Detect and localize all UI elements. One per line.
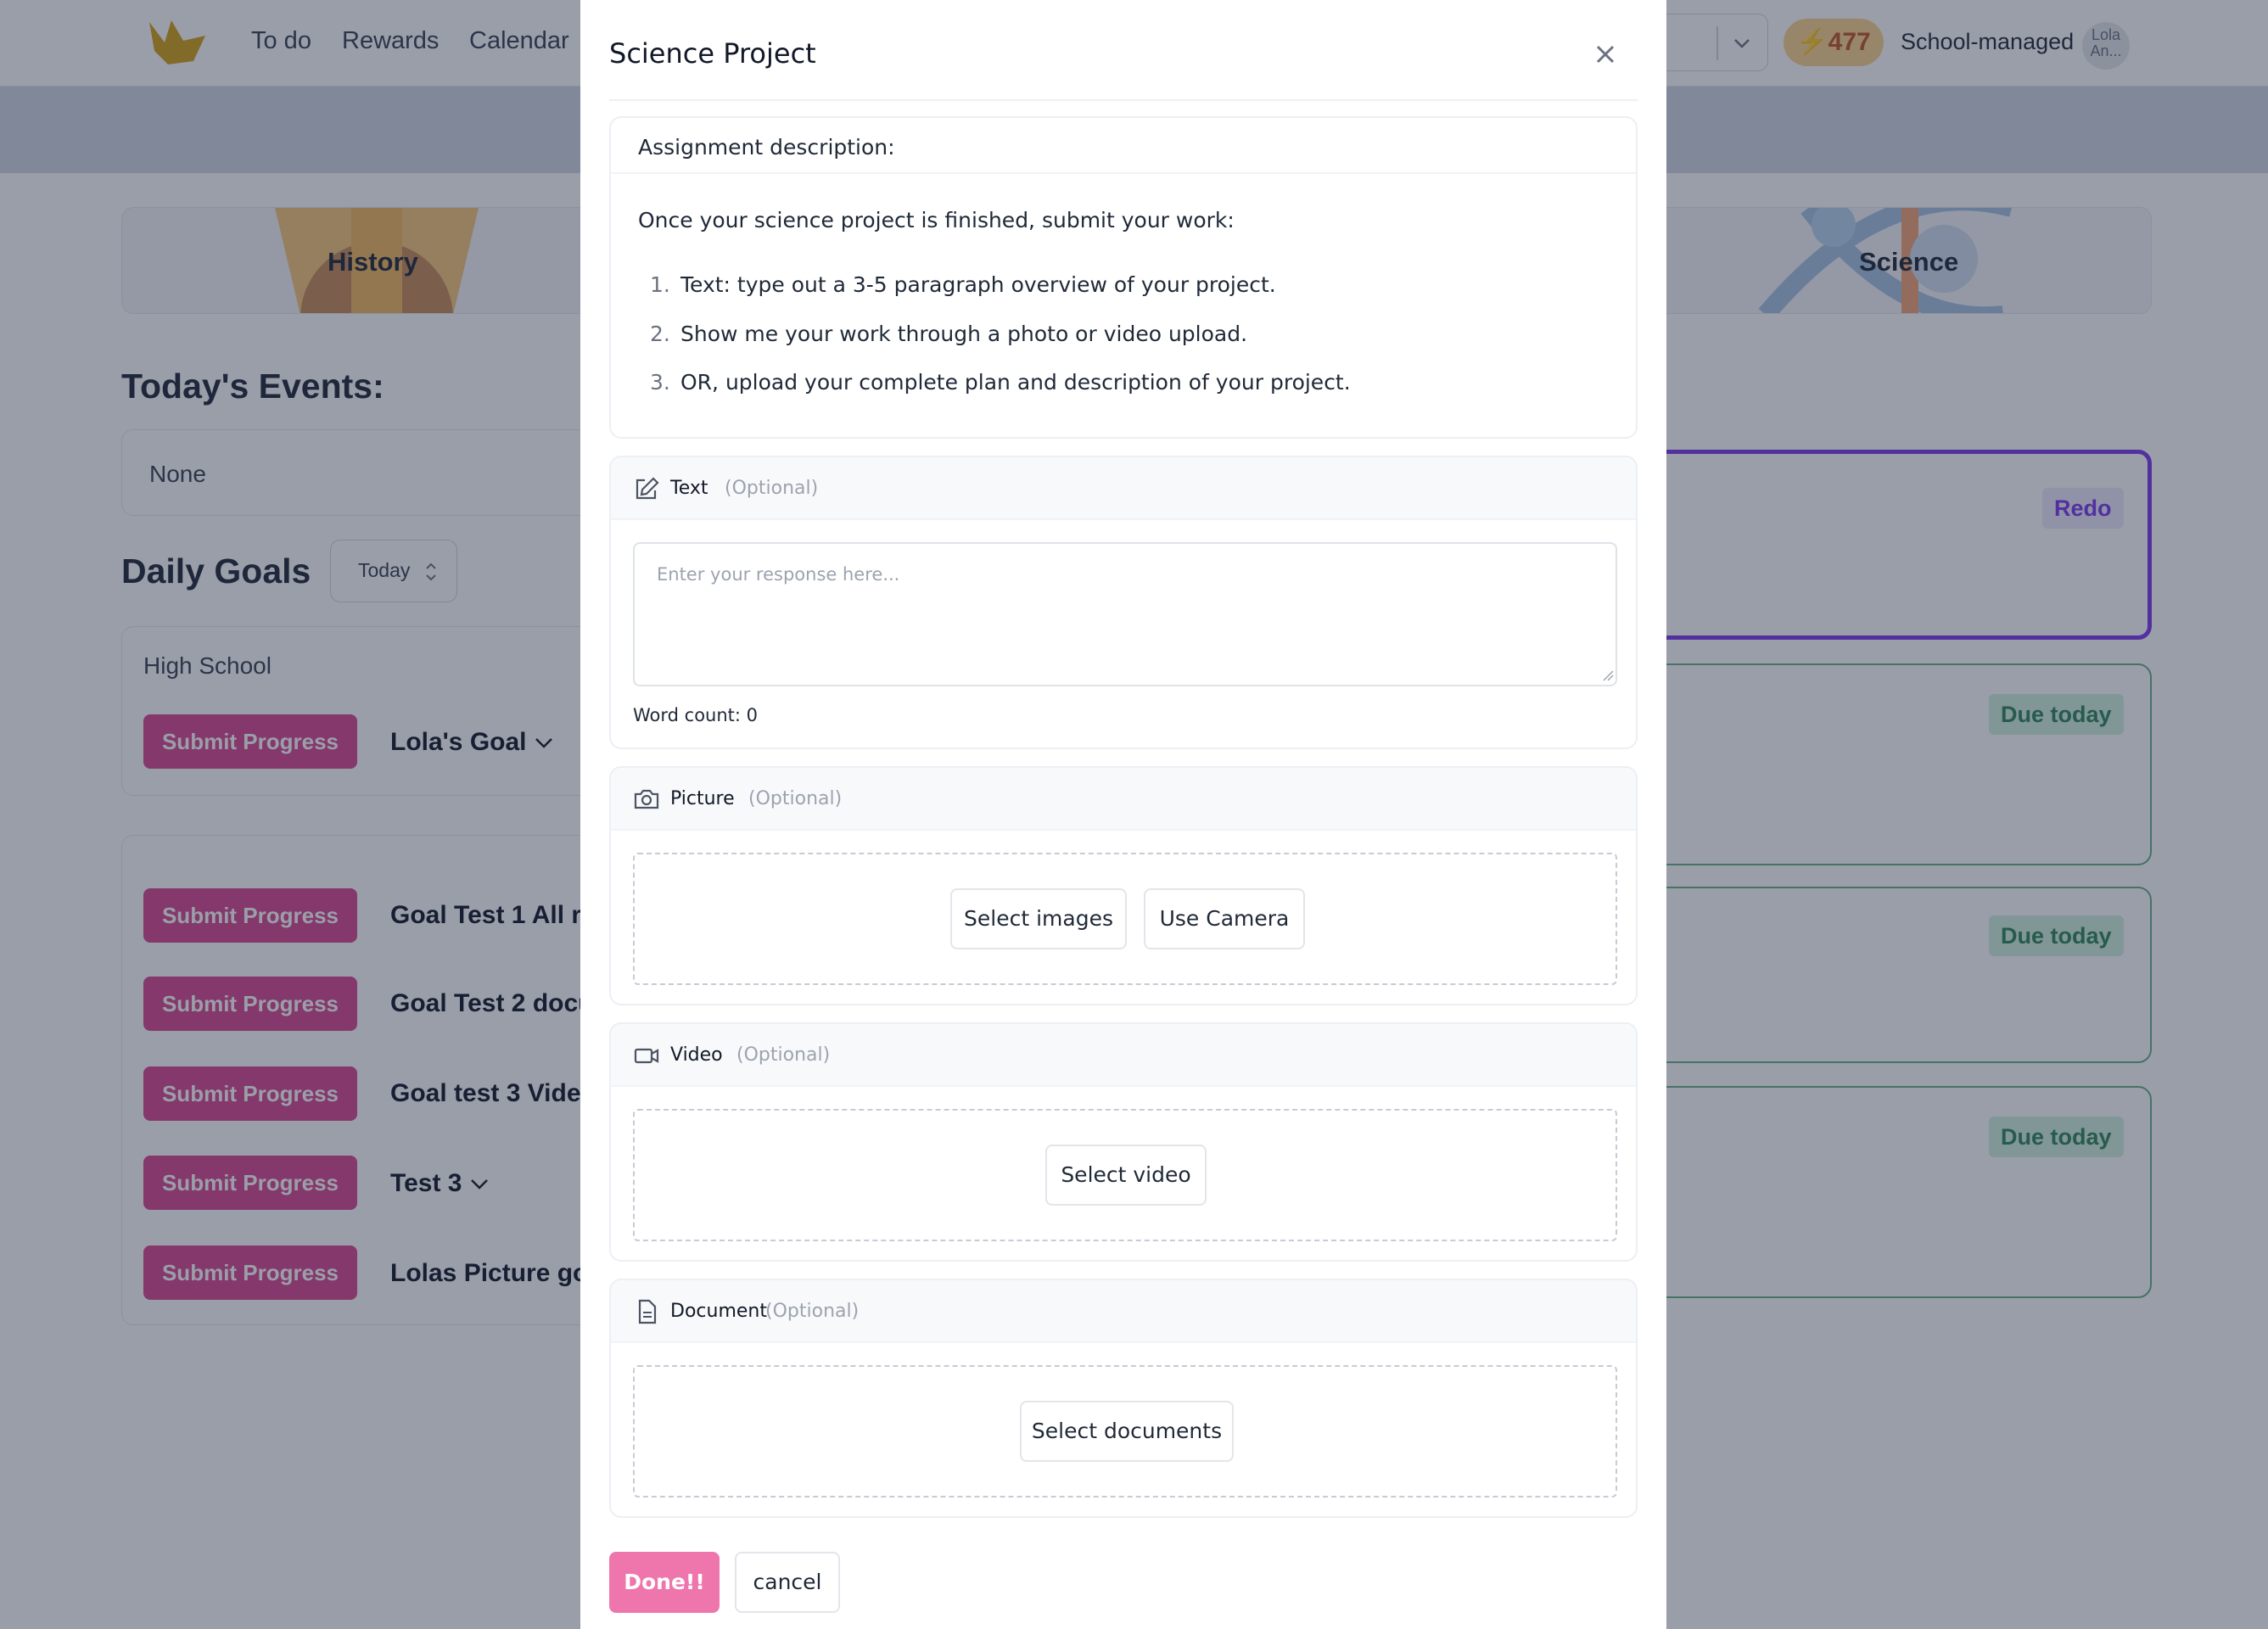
picture-section-header: Picture (Optional) [611,768,1636,831]
select-documents-button[interactable]: Select documents [1020,1401,1234,1462]
document-dropzone[interactable]: Select documents [633,1365,1617,1497]
optional-label: (Optional) [748,788,843,809]
assignment-description-box: Assignment description: Once your scienc… [609,116,1638,439]
pencil-square-icon [636,477,659,500]
list-number: 1. [650,272,670,297]
description-list-item: 3. OR, upload your complete plan and desc… [650,370,1351,395]
close-icon[interactable] [1588,37,1622,71]
list-text: OR, upload your complete plan and descri… [680,370,1351,395]
picture-dropzone[interactable]: Select images Use Camera [633,853,1617,985]
description-label: Assignment description: [638,135,895,160]
document-icon [638,1299,657,1324]
list-text: Text: type out a 3-5 paragraph overview … [680,272,1276,297]
document-upload-section: Document (Optional) Select documents [609,1279,1638,1518]
cancel-button[interactable]: cancel [735,1552,840,1613]
submission-modal: Science Project Assignment description: … [580,0,1666,1629]
response-textarea[interactable]: Enter your response here... [633,542,1617,686]
optional-label: (Optional) [765,1301,860,1322]
description-list-item: 1. Text: type out a 3-5 paragraph overvie… [650,272,1276,297]
picture-upload-section: Picture (Optional) Select images Use Cam… [609,766,1638,1005]
done-button[interactable]: Done!! [609,1552,720,1613]
text-section-label: Text [670,478,708,499]
video-camera-icon [634,1048,659,1064]
description-list-item: 2. Show me your work through a photo or v… [650,322,1247,346]
word-count: Word count: 0 [633,705,759,725]
use-camera-button[interactable]: Use Camera [1144,888,1305,949]
list-number: 2. [650,322,670,346]
document-section-header: Document (Optional) [611,1280,1636,1343]
document-section-label: Document [670,1301,767,1322]
video-upload-section: Video (Optional) Select video [609,1022,1638,1262]
video-section-header: Video (Optional) [611,1024,1636,1087]
description-intro: Once your science project is finished, s… [638,208,1235,232]
optional-label: (Optional) [736,1044,831,1066]
modal-title: Science Project [609,37,816,70]
video-section-label: Video [670,1044,723,1066]
optional-label: (Optional) [725,478,819,499]
camera-icon [634,789,659,809]
resize-handle-icon[interactable] [1602,669,1614,681]
select-images-button[interactable]: Select images [950,888,1127,949]
text-response-section: Text (Optional) Enter your response here… [609,456,1638,749]
modal-divider [609,99,1638,101]
description-header: Assignment description: [611,118,1636,174]
video-dropzone[interactable]: Select video [633,1109,1617,1241]
text-section-header: Text (Optional) [611,457,1636,520]
list-number: 3. [650,370,670,395]
picture-section-label: Picture [670,788,735,809]
select-video-button[interactable]: Select video [1045,1145,1207,1206]
textarea-placeholder: Enter your response here... [657,564,900,585]
list-text: Show me your work through a photo or vid… [680,322,1248,346]
